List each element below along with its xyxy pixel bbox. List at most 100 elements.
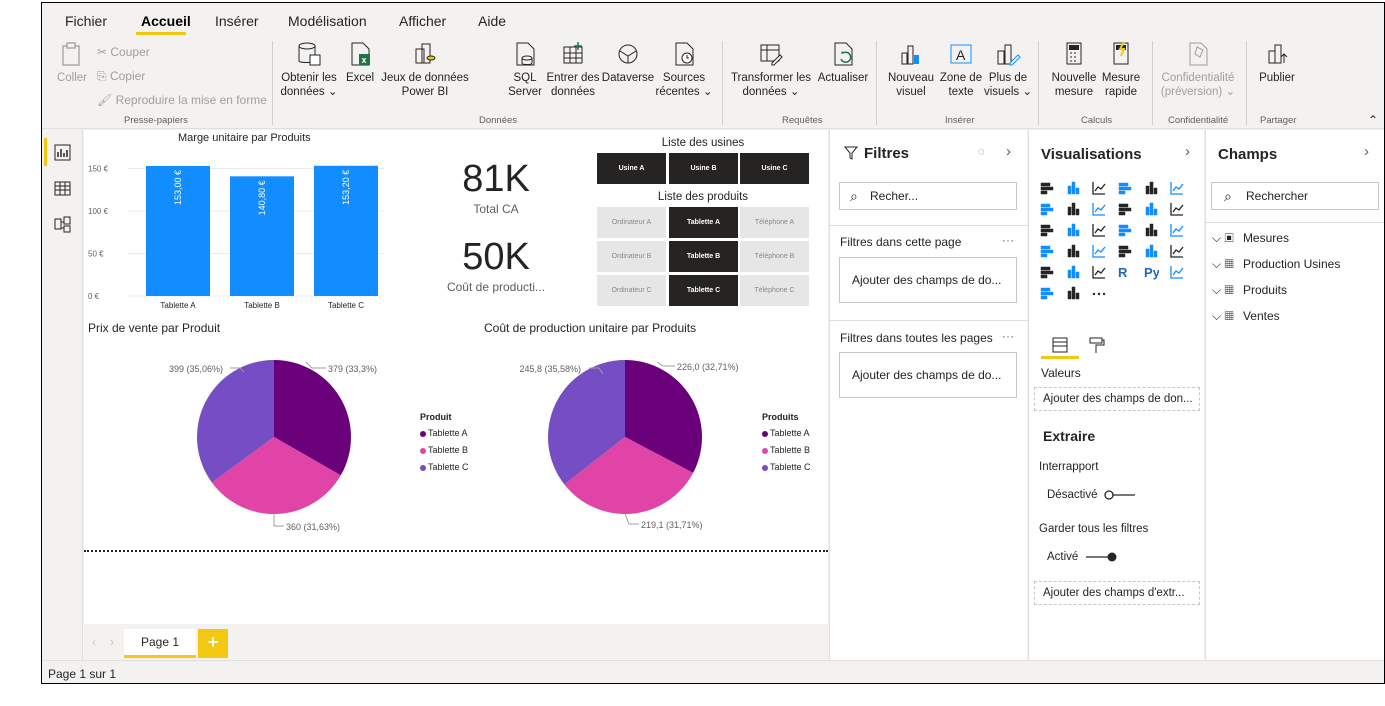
collapse-filters-chevron-icon[interactable]: › xyxy=(1006,143,1011,160)
cross-report-toggle[interactable]: Désactivé xyxy=(1047,489,1136,501)
keep-filters-toggle[interactable]: Activé xyxy=(1047,551,1117,563)
tab-aide[interactable]: Aide xyxy=(478,13,506,29)
refresh-button[interactable]: Actualiser xyxy=(816,41,870,85)
slicer-tablette-b[interactable]: Tablette B xyxy=(669,241,738,272)
next-page-arrow-icon[interactable]: › xyxy=(110,635,114,649)
drillthrough-dropzone[interactable]: Ajouter des champs d'extr... xyxy=(1034,581,1200,605)
fields-table-mesures[interactable]: ⌵ ▣ Mesures xyxy=(1212,231,1289,246)
line-clustered-icon[interactable] xyxy=(1143,201,1159,217)
fields-table-ventes[interactable]: ⌵ ▦ Ventes xyxy=(1212,309,1280,324)
slicer-usine-a[interactable]: Usine A xyxy=(597,153,666,184)
data-view-icon[interactable] xyxy=(54,180,71,197)
kpi-icon[interactable] xyxy=(1169,243,1185,259)
more-visuals-ellipsis-icon[interactable] xyxy=(1091,285,1107,301)
sql-server-button[interactable]: SQL Server xyxy=(508,41,542,99)
fields-table-produits[interactable]: ⌵ ▦ Produits xyxy=(1212,283,1287,298)
tab-fichier[interactable]: Fichier xyxy=(65,13,107,29)
key-influencers-icon[interactable] xyxy=(1169,264,1185,280)
format-painter-button[interactable]: 🖌 Reproduire la mise en forme xyxy=(97,93,267,107)
cut-button[interactable]: ✂ Couper xyxy=(97,45,150,59)
more-visuals-button[interactable]: Plus de visuels ⌄ xyxy=(984,41,1032,99)
tab-modelisation[interactable]: Modélisation xyxy=(288,13,367,29)
slicer-ordinateur-b[interactable]: Ordinateur B xyxy=(597,241,666,272)
pie2-legend-item-b[interactable]: Tablette B xyxy=(762,445,810,455)
pie-chart-production-cost[interactable]: 226,0 (32,71%) 219,1 (31,71%) 245,8 (35,58… xyxy=(429,340,759,540)
line-chart-icon[interactable] xyxy=(1039,201,1055,217)
filled-map-icon[interactable] xyxy=(1065,243,1081,259)
sensitivity-button[interactable]: Confidentialité (préversion) ⌄ xyxy=(1156,41,1240,99)
publish-button[interactable]: Publier xyxy=(1252,41,1302,85)
tab-afficher[interactable]: Afficher xyxy=(399,13,446,29)
format-paint-roller-icon[interactable] xyxy=(1087,336,1105,354)
transform-data-button[interactable]: Transformer les données ⌄ xyxy=(730,41,812,99)
gauge-icon[interactable] xyxy=(1091,243,1107,259)
pie-chart-sales-price[interactable]: 379 (33,3%) 360 (31,63%) 399 (35,06%) xyxy=(84,340,414,540)
slicer-ordinateur-c[interactable]: Ordinateur C xyxy=(597,275,666,306)
slicer-usine-c[interactable]: Usine C xyxy=(740,153,809,184)
dataverse-button[interactable]: Dataverse xyxy=(599,41,657,85)
stacked-column-icon[interactable] xyxy=(1065,180,1081,196)
stacked-area-icon[interactable] xyxy=(1091,201,1107,217)
slicer-telephone-a[interactable]: Téléphone A xyxy=(740,207,809,238)
table-icon[interactable] xyxy=(1065,264,1081,280)
waterfall-icon[interactable] xyxy=(1039,222,1055,238)
pie2-legend-item-a[interactable]: Tablette A xyxy=(762,428,810,438)
prev-page-arrow-icon[interactable]: ‹ xyxy=(92,635,96,649)
pie-icon[interactable] xyxy=(1117,222,1133,238)
paste-button[interactable]: Coller xyxy=(52,41,92,85)
filters-all-pages-dropzone[interactable]: Ajouter des champs de do... xyxy=(839,352,1017,398)
map-icon[interactable] xyxy=(1039,243,1055,259)
treemap-icon[interactable] xyxy=(1169,222,1185,238)
bar-100-icon[interactable] xyxy=(1143,180,1159,196)
donut-icon[interactable] xyxy=(1143,222,1159,238)
collapse-ribbon-chevron-icon[interactable]: ⌃ xyxy=(1368,113,1378,127)
new-measure-button[interactable]: Nouvelle mesure xyxy=(1046,41,1102,99)
slicer-telephone-c[interactable]: Téléphone C xyxy=(740,275,809,306)
tab-inserer[interactable]: Insérer xyxy=(215,13,259,29)
tab-accueil[interactable]: Accueil xyxy=(141,13,191,29)
clustered-bar-icon[interactable] xyxy=(1091,180,1107,196)
quick-measure-button[interactable]: Mesure rapide xyxy=(1100,41,1142,99)
filters-search-input[interactable]: ⌕ Recher... xyxy=(839,182,1017,210)
values-dropzone[interactable]: Ajouter des champs de don... xyxy=(1034,387,1200,411)
eye-icon[interactable]: ◌ xyxy=(978,146,985,158)
decomposition-tree-icon[interactable] xyxy=(1039,285,1055,301)
copy-button[interactable]: ⎘ Copier xyxy=(97,69,145,84)
pbi-datasets-button[interactable]: Jeux de données Power BI xyxy=(380,41,470,99)
enter-data-button[interactable]: Entrer des données xyxy=(545,41,601,99)
filters-this-page-more-icon[interactable]: ··· xyxy=(1002,233,1014,247)
slicer-usine-b[interactable]: Usine B xyxy=(669,153,738,184)
pie2-legend-item-c[interactable]: Tablette C xyxy=(762,462,811,472)
fields-search-input[interactable]: ⌕ Rechercher xyxy=(1211,182,1379,210)
collapse-fields-chevron-icon[interactable]: › xyxy=(1364,143,1369,160)
recent-sources-button[interactable]: Sources récentes ⌄ xyxy=(654,41,714,99)
line-column-icon[interactable] xyxy=(1117,201,1133,217)
filters-all-pages-more-icon[interactable]: ··· xyxy=(1002,329,1014,343)
matrix-icon[interactable] xyxy=(1091,264,1107,280)
new-visual-button[interactable]: Nouveau visuel xyxy=(882,41,940,99)
report-view-icon[interactable] xyxy=(54,144,71,161)
multirow-card-icon[interactable] xyxy=(1143,243,1159,259)
slicer-icon[interactable] xyxy=(1039,264,1055,280)
clustered-column-icon[interactable] xyxy=(1117,180,1133,196)
scatter-icon[interactable] xyxy=(1091,222,1107,238)
add-page-button[interactable]: + xyxy=(198,629,228,658)
area-chart-icon[interactable] xyxy=(1065,201,1081,217)
slicer-tablette-c[interactable]: Tablette C xyxy=(669,275,738,306)
ribbon-chart-icon[interactable] xyxy=(1169,201,1185,217)
stacked-bar-icon[interactable] xyxy=(1039,180,1055,196)
page-tab-1[interactable]: Page 1 xyxy=(124,629,196,658)
get-data-button[interactable]: Obtenir les données ⌄ xyxy=(278,41,340,99)
collapse-visualizations-chevron-icon[interactable]: › xyxy=(1185,143,1190,160)
slicer-telephone-b[interactable]: Téléphone B xyxy=(740,241,809,272)
card-icon[interactable] xyxy=(1117,243,1133,259)
model-view-icon[interactable] xyxy=(54,216,71,233)
excel-button[interactable]: x Excel xyxy=(342,41,378,85)
filters-this-page-dropzone[interactable]: Ajouter des champs de do... xyxy=(839,257,1017,303)
qa-icon[interactable] xyxy=(1065,285,1081,301)
slicer-tablette-a[interactable]: Tablette A xyxy=(669,207,738,238)
slicer-ordinateur-a[interactable]: Ordinateur A xyxy=(597,207,666,238)
fields-table-production-usines[interactable]: ⌵ ▦ Production Usines xyxy=(1212,257,1340,272)
fields-well-icon[interactable] xyxy=(1051,336,1069,354)
python-visual-icon[interactable]: Py xyxy=(1143,264,1159,280)
